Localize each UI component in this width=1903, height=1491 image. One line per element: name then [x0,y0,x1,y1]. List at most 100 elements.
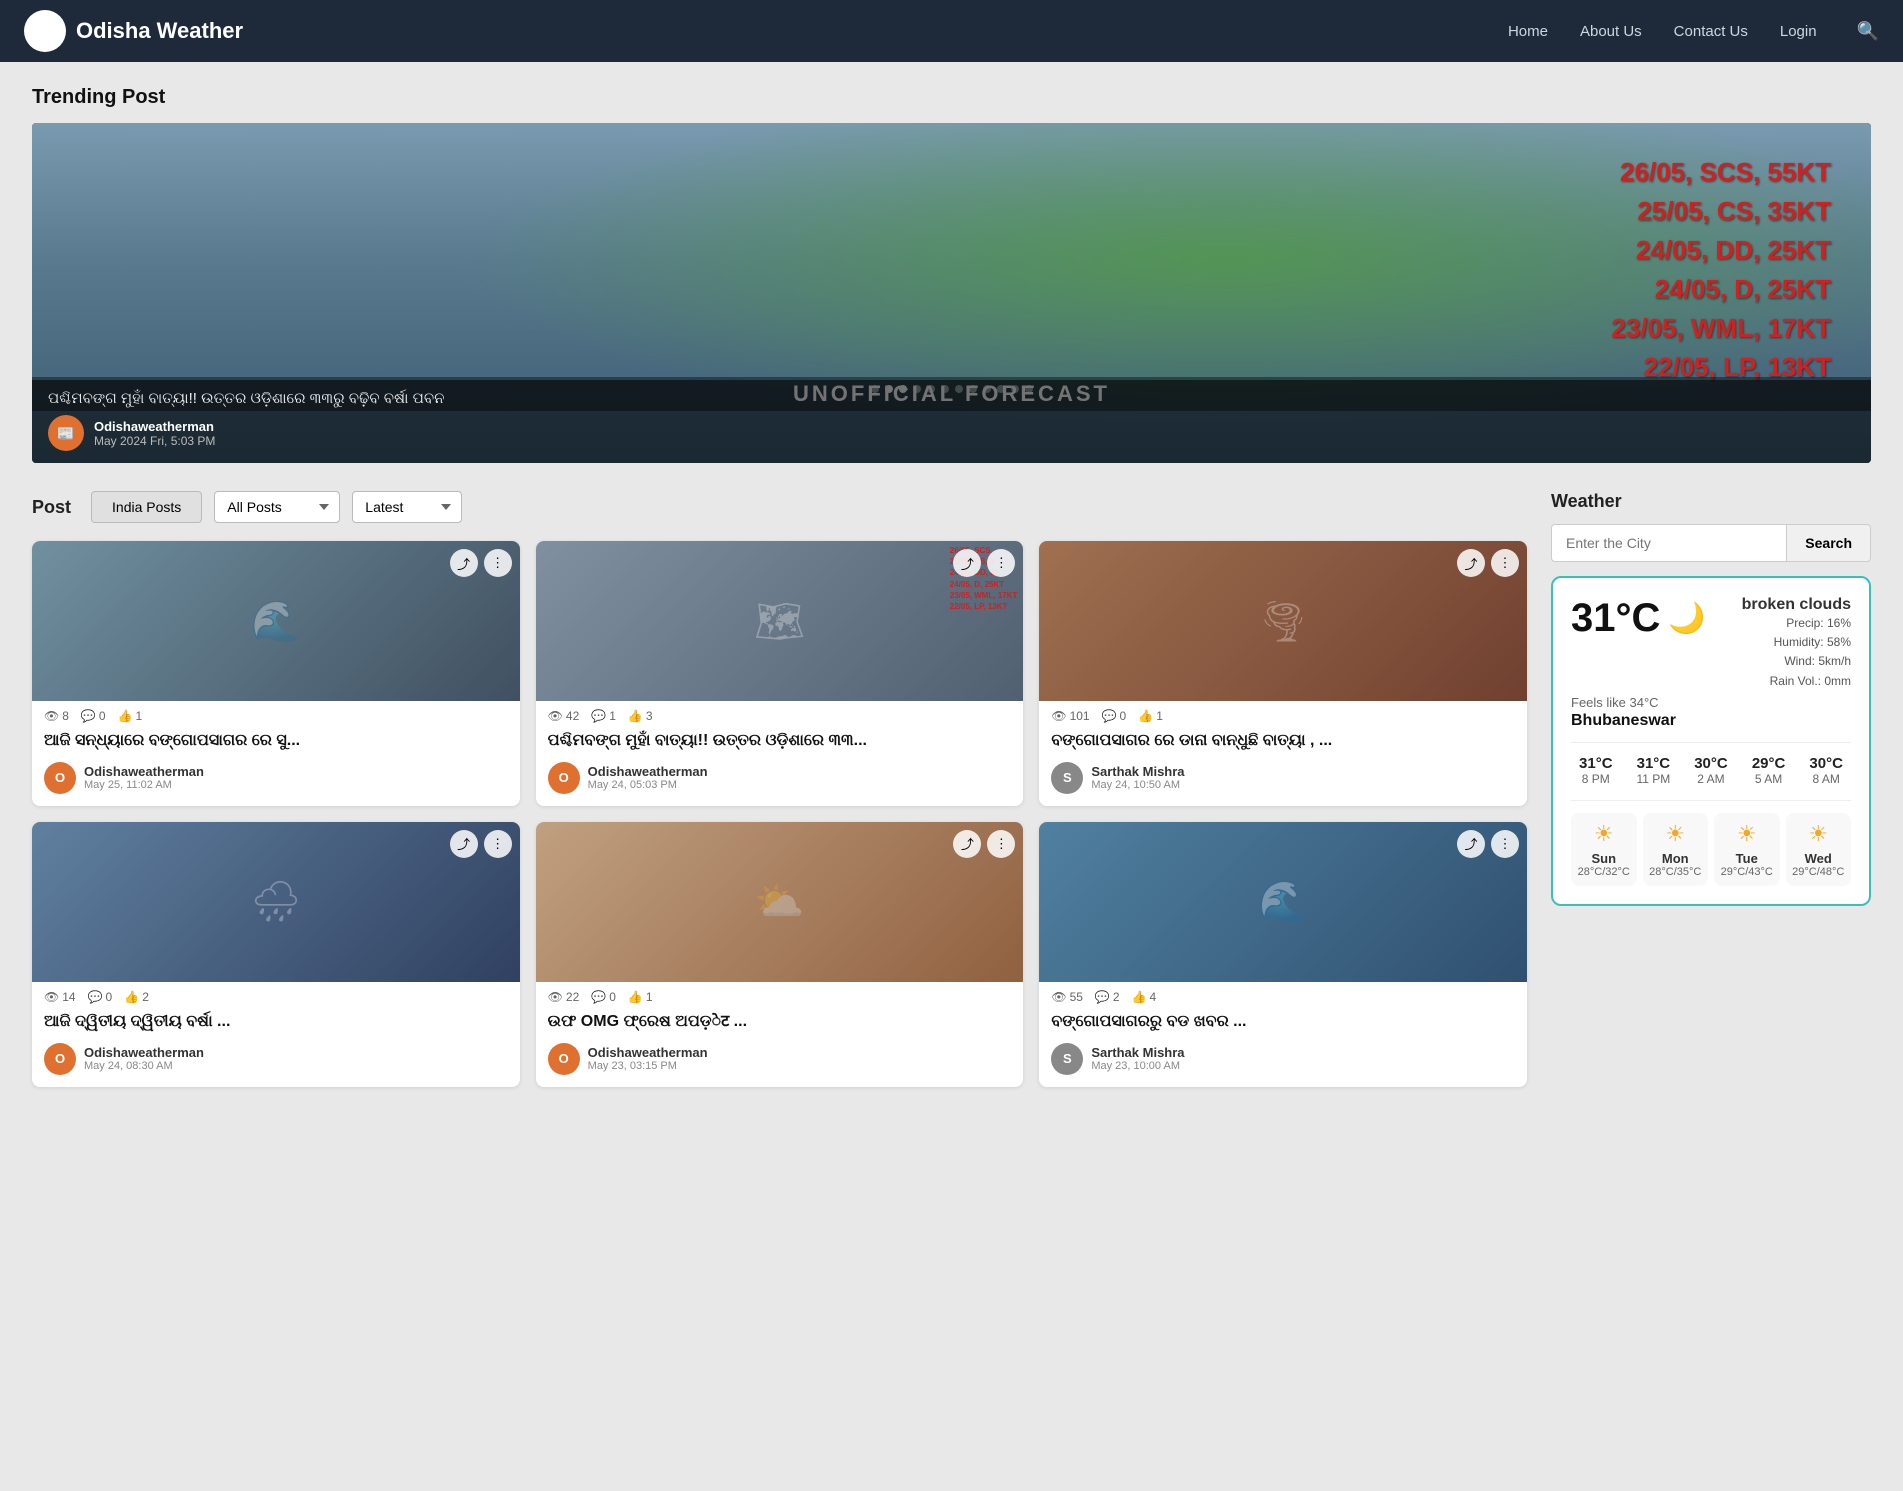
post-author-info-5: Odishaweatherman May 23, 03:15 PM [588,1045,708,1072]
all-posts-select[interactable]: All Posts Odisha Posts India Posts World… [214,491,340,523]
post-section-title: Post [32,497,71,518]
post-author-row-6: S Sarthak Mishra May 23, 10:00 AM [1039,1043,1527,1087]
share-button-5[interactable]: ⤴ [953,830,981,858]
more-button-1[interactable]: ⋮ [484,549,512,577]
weather-city: Bhubaneswar [1571,712,1851,730]
post-views-6: 👁 55 [1051,990,1083,1004]
latest-select[interactable]: Latest Popular Trending [352,491,462,523]
post-likes-2: 👍 3 [628,709,653,723]
hourly-temp-4: 29°C [1744,755,1794,772]
more-button-6[interactable]: ⋮ [1491,830,1519,858]
share-button-1[interactable]: ⤴ [450,549,478,577]
post-author-info-2: Odishaweatherman May 24, 05:03 PM [588,764,708,791]
trending-author-info: Odishaweatherman May 2024 Fri, 5:03 PM [94,419,215,448]
trending-section-title: Trending Post [32,86,1871,109]
more-button-4[interactable]: ⋮ [484,830,512,858]
navbar-logo[interactable]: 🌤 Odisha Weather [24,10,243,52]
more-button-3[interactable]: ⋮ [1491,549,1519,577]
post-views-5: 👁 22 [548,990,580,1004]
nav-contact[interactable]: Contact Us [1674,23,1748,40]
post-avatar-6: S [1051,1043,1083,1075]
post-card-4: 🌧 ⤴ ⋮ 👁 14 💬 0 👍 2 ଆଜି ଦ୍ୱିତୀୟ ଦ୍ୱିତୀୟ ବ… [32,822,520,1087]
post-likes-3: 👍 1 [1138,709,1163,723]
logo-icon: 🌤 [24,10,66,52]
daily-range-mon: 28°C/35°C [1647,866,1705,878]
trending-author-name: Odishaweatherman [94,419,215,434]
post-title-4: ଆଜି ଦ୍ୱିତୀୟ ଦ୍ୱିତୀୟ ବର୍ଷା ... [32,1008,520,1043]
post-image-4: 🌧 ⤴ ⋮ [32,822,520,982]
weather-condition: broken clouds [1742,596,1851,614]
forecast-line-3: 24/05, DD, 25KT [1611,231,1831,270]
hourly-time-2: 11 PM [1629,772,1679,786]
daily-range-sun: 28°C/32°C [1575,866,1633,878]
post-comments-3: 💬 0 [1102,709,1127,723]
post-meta-4: 👁 14 💬 0 👍 2 [32,982,520,1008]
forecast-line-2: 25/05, CS, 35KT [1611,192,1831,231]
post-meta-5: 👁 22 💬 0 👍 1 [536,982,1024,1008]
search-icon[interactable]: 🔍 [1857,21,1879,42]
more-button-2[interactable]: ⋮ [987,549,1015,577]
daily-day-mon: Mon [1647,851,1705,866]
post-card-5: ⛅ ⤴ ⋮ 👁 22 💬 0 👍 1 ଉଫ OMG ଫ୍ରେଷ ଅପଡ଼ेट .… [536,822,1024,1087]
navbar-links: Home About Us Contact Us Login 🔍 [1508,21,1879,42]
trending-forecast-overlay: 26/05, SCS, 55KT 25/05, CS, 35KT 24/05, … [1611,153,1831,387]
post-comments-6: 💬 2 [1095,990,1120,1004]
daily-range-tue: 29°C/43°C [1718,866,1776,878]
post-views-2: 👁 42 [548,709,580,723]
share-button-6[interactable]: ⤴ [1457,830,1485,858]
more-button-5[interactable]: ⋮ [987,830,1015,858]
nav-login[interactable]: Login [1780,23,1817,40]
weather-column: Weather Search 31°C 🌙 broken clouds Prec… [1551,491,1871,906]
daily-item-wed: ☀ Wed 29°C/48°C [1786,813,1852,886]
weather-temperature: 31°C [1571,596,1660,641]
forecast-line-1: 26/05, SCS, 55KT [1611,153,1831,192]
post-avatar-1: O [44,762,76,794]
hourly-row: 31°C 8 PM 31°C 11 PM 30°C 2 AM 29°C 5 AM [1571,742,1851,786]
post-avatar-4: O [44,1043,76,1075]
daily-item-mon: ☀ Mon 28°C/35°C [1643,813,1709,886]
hourly-time-4: 5 AM [1744,772,1794,786]
post-card-3: 🌪 ⤴ ⋮ 👁 101 💬 0 👍 1 ବଙ୍ଗୋପସାଗର ରେ ଡାନା ବ… [1039,541,1527,806]
post-meta-3: 👁 101 💬 0 👍 1 [1039,701,1527,727]
search-button[interactable]: Search [1787,524,1871,562]
daily-day-sun: Sun [1575,851,1633,866]
city-search-input[interactable] [1551,524,1787,562]
trending-author-date: May 2024 Fri, 5:03 PM [94,434,215,448]
post-author-name-6: Sarthak Mishra [1091,1045,1184,1060]
post-views-1: 👁 8 [44,709,69,723]
share-button-4[interactable]: ⤴ [450,830,478,858]
daily-day-wed: Wed [1790,851,1848,866]
trending-author-row: 📰 Odishaweatherman May 2024 Fri, 5:03 PM [48,415,1855,451]
trending-bottom-bar: ପଶ୍ଚିମବଙ୍ଗ ମୁହାଁ ବାତ୍ୟା!! ଉତ୍ତର ଓଡ଼ିଶାରେ… [32,380,1871,463]
post-image-5: ⛅ ⤴ ⋮ [536,822,1024,982]
hourly-item-1: 31°C 8 PM [1571,755,1621,786]
weather-main-row: 31°C 🌙 broken clouds Precip: 16% Humidit… [1571,596,1851,691]
trending-slider[interactable]: 26/05, SCS, 55KT 25/05, CS, 35KT 24/05, … [32,123,1871,463]
weather-section-title: Weather [1551,491,1871,512]
post-author-date-3: May 24, 10:50 AM [1091,779,1184,791]
trending-author-avatar: 📰 [48,415,84,451]
post-author-row-3: S Sarthak Mishra May 24, 10:50 AM [1039,762,1527,806]
post-title-2: ପଶ୍ଚିମବଙ୍ଗ ମୁହାଁ ବାତ୍ୟା!! ଉତ୍ତର ଓଡ଼ିଶାରେ… [536,727,1024,762]
india-posts-button[interactable]: India Posts [91,491,202,523]
nav-home[interactable]: Home [1508,23,1548,40]
weather-search: Search [1551,524,1871,562]
post-avatar-2: O [548,762,580,794]
share-button-3[interactable]: ⤴ [1457,549,1485,577]
share-button-2[interactable]: ⤴ [953,549,981,577]
nav-about[interactable]: About Us [1580,23,1642,40]
post-meta-1: 👁 8 💬 0 👍 1 [32,701,520,727]
hourly-temp-3: 30°C [1686,755,1736,772]
weather-card: 31°C 🌙 broken clouds Precip: 16% Humidit… [1551,576,1871,906]
two-col-layout: Post India Posts All Posts Odisha Posts … [32,491,1871,1087]
hourly-item-3: 30°C 2 AM [1686,755,1736,786]
post-comments-4: 💬 0 [88,990,113,1004]
post-title-6: ବଙ୍ଗୋପସାଗରରୁ ବଡ ଖବର ... [1039,1008,1527,1043]
navbar-brand-text: Odisha Weather [76,18,243,44]
post-filter-bar: Post India Posts All Posts Odisha Posts … [32,491,1527,523]
sun-icon-mon: ☀ [1647,821,1705,847]
post-title-3: ବଙ୍ଗୋପସାଗର ରେ ଡାନା ବାନ୍ଧୁଛି ବାତ୍ୟା , ... [1039,727,1527,762]
posts-column: Post India Posts All Posts Odisha Posts … [32,491,1527,1087]
daily-forecast-row: ☀ Sun 28°C/32°C ☀ Mon 28°C/35°C ☀ Tue 29… [1571,800,1851,886]
post-card-actions-1: ⤴ ⋮ [450,549,512,577]
